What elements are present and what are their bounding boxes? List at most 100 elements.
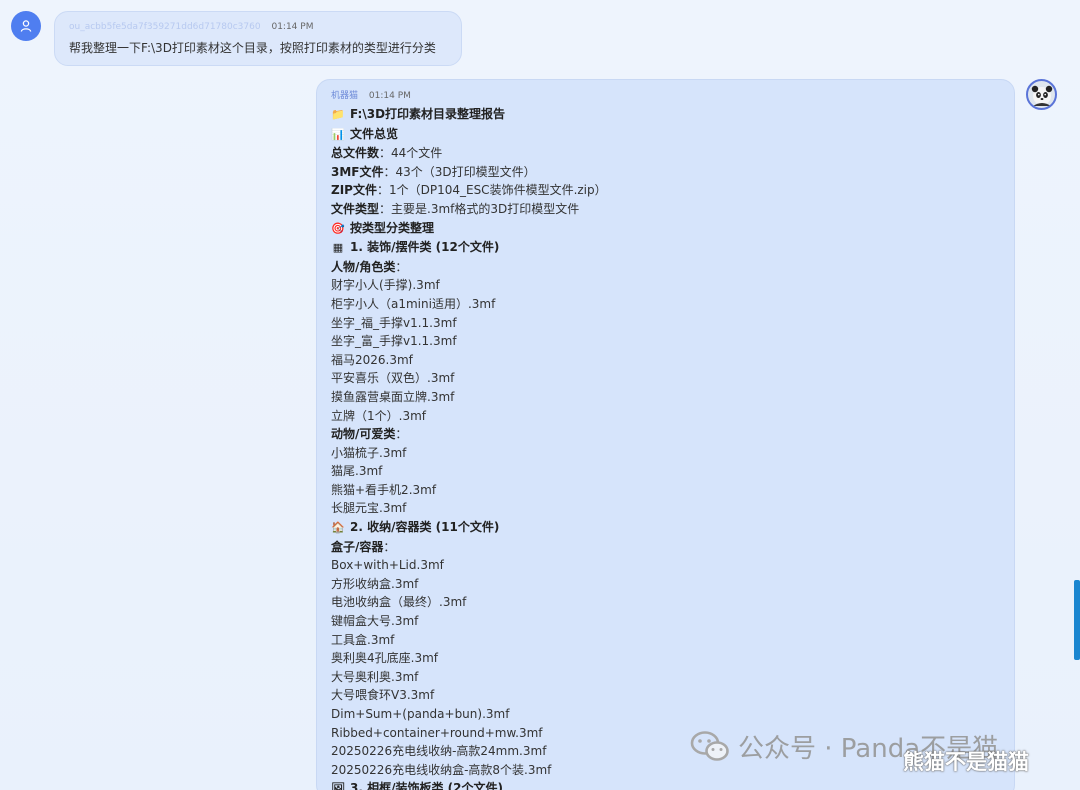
scrollbar-thumb[interactable] — [1074, 580, 1080, 660]
user-message-bubble: ou_acbb5fe5da7f359271dd6d71780c3760 01:1… — [54, 11, 462, 66]
folder-icon: 📁 — [331, 108, 345, 121]
line-bold-text: 总文件数 — [331, 146, 380, 161]
line-bold-text: 按类型分类整理 — [350, 220, 435, 235]
line-bold-text: F:\3D打印素材目录整理报告 — [350, 107, 506, 121]
line-text: 立牌（1个）.3mf — [331, 408, 426, 423]
line-text: 坐字_富_手撑v1.1.3mf — [331, 334, 457, 349]
user-message-meta: ou_acbb5fe5da7f359271dd6d71780c3760 01:1… — [69, 20, 447, 34]
line-text: 平安喜乐（双色）.3mf — [331, 371, 455, 386]
file-item: 方形收纳盒.3mf — [331, 575, 1000, 594]
file-item: 立牌（1个）.3mf — [331, 407, 1000, 426]
line-text: 熊猫+看手机2.3mf — [331, 482, 437, 497]
line-bold-text: 2. 收纳/容器类 (11个文件) — [350, 520, 500, 535]
line-bold-text: 1. 装饰/摆件类 (12个文件) — [350, 240, 500, 255]
line-text: 键帽盒大号.3mf — [331, 614, 419, 629]
cabinet-icon: ▦ — [332, 241, 344, 255]
user-avatar[interactable] — [11, 11, 41, 41]
line-text: ：主要是.3mf格式的3D打印模型文件 — [379, 201, 580, 216]
section-heading: 📁 F:\3D打印素材目录整理报告 — [331, 105, 1000, 125]
file-item: 电池收纳盒（最终）.3mf — [331, 593, 1000, 612]
bot-message-time: 01:14 PM — [368, 91, 411, 101]
file-item: Dim+Sum+(panda+bun).3mf — [331, 705, 1000, 724]
line-text: 小猫梳子.3mf — [331, 445, 407, 460]
file-item: 平安喜乐（双色）.3mf — [331, 369, 1000, 388]
line-text: 电池收纳盒（最终）.3mf — [331, 595, 467, 610]
file-item: 大号喂食环V3.3mf — [331, 686, 1000, 705]
line-text: Ribbed+container+round+mw.3mf — [331, 725, 543, 740]
line-bold-text: 文件总览 — [350, 126, 399, 141]
line-text: 长腿元宝.3mf — [331, 501, 407, 516]
file-item: 熊猫+看手机2.3mf — [331, 481, 1000, 500]
label-line: ZIP文件：1个（DP104_ESC装饰件模型文件.zip） — [331, 181, 1000, 200]
file-item: 坐字_富_手撑v1.1.3mf — [331, 332, 1000, 351]
line-text: 财字小人(手撑).3mf — [331, 278, 440, 293]
section-heading: 🖼 3. 相框/装饰板类 (2个文件) — [331, 779, 1000, 790]
file-item: 摸鱼露营桌面立牌.3mf — [331, 388, 1000, 407]
file-item: 长腿元宝.3mf — [331, 499, 1000, 518]
label-line: 文件类型：主要是.3mf格式的3D打印模型文件 — [331, 200, 1000, 219]
file-item: Box+with+Lid.3mf — [331, 556, 1000, 575]
file-item: 坐字_福_手撑v1.1.3mf — [331, 314, 1000, 333]
line-text: Box+with+Lid.3mf — [331, 558, 444, 573]
file-item: 福马2026.3mf — [331, 351, 1000, 370]
file-item: 工具盒.3mf — [331, 631, 1000, 650]
house-icon: 🏠 — [331, 521, 345, 535]
panda-icon — [1031, 85, 1052, 106]
line-text: 奥利奥4孔底座.3mf — [331, 651, 438, 666]
label-line: 人物/角色类： — [331, 258, 1000, 277]
watermark-overlay-text: 熊猫不是猫猫 — [903, 750, 1029, 774]
line-bold-text: ZIP文件 — [331, 183, 377, 198]
section-heading: 📊 文件总览 — [331, 125, 1000, 145]
section-heading: 🏠 2. 收纳/容器类 (11个文件) — [331, 518, 1000, 538]
label-line: 盒子/容器： — [331, 538, 1000, 557]
bot-message-content: 📁 F:\3D打印素材目录整理报告 📊 文件总览 总文件数：44个文件 3MF文件：43个… — [331, 105, 1000, 790]
bot-message-bubble: 机器猫 01:14 PM 📁 F:\3D打印素材目录整理报告 📊 文件总览总文件数：4… — [316, 79, 1015, 790]
label-line: 3MF文件：43个（3D打印模型文件） — [331, 163, 1000, 182]
line-text: 工具盒.3mf — [331, 632, 395, 647]
line-text: 摸鱼露营桌面立牌.3mf — [331, 389, 455, 404]
line-text: 方形收纳盒.3mf — [331, 576, 419, 591]
line-text: 猫尾.3mf — [331, 464, 383, 479]
line-bold-text: 动物/可爱类 — [331, 427, 396, 442]
line-bold-text: 文件类型 — [331, 201, 380, 216]
user-message-text: 帮我整理一下F:\3D打印素材这个目录，按照打印素材的类型进行分类 — [69, 41, 436, 55]
line-text: 20250226充电线收纳-高款24mm.3mf — [331, 744, 547, 759]
user-name[interactable]: ou_acbb5fe5da7f359271dd6d71780c3760 — [69, 22, 261, 32]
line-text: ：43个（3D打印模型文件） — [383, 164, 536, 179]
file-item: 大号奥利奥.3mf — [331, 668, 1000, 687]
line-text: 坐字_福_手撑v1.1.3mf — [331, 315, 457, 330]
file-item: 奥利奥4孔底座.3mf — [331, 649, 1000, 668]
line-text: Dim+Sum+(panda+bun).3mf — [331, 707, 510, 721]
user-message-time: 01:14 PM — [271, 22, 314, 32]
bot-avatar[interactable] — [1026, 79, 1057, 110]
line-bold-text: 人物/角色类 — [331, 259, 396, 274]
section-heading: ▦ 1. 装饰/摆件类 (12个文件) — [331, 238, 1000, 258]
bar-chart-icon: 📊 — [331, 127, 345, 141]
line-bold-text: 3MF文件 — [331, 164, 384, 179]
line-text: 大号奥利奥.3mf — [331, 669, 419, 684]
file-item: 键帽盒大号.3mf — [331, 612, 1000, 631]
line-text: ：1个（DP104_ESC装饰件模型文件.zip） — [376, 183, 607, 198]
label-line: 动物/可爱类： — [331, 425, 1000, 444]
label-line: 总文件数：44个文件 — [331, 144, 1000, 163]
line-text: ：44个文件 — [379, 146, 443, 161]
line-text: ： — [395, 427, 408, 442]
line-text: ： — [383, 539, 396, 554]
section-heading: 🎯 按类型分类整理 — [331, 219, 1000, 239]
person-icon — [20, 20, 32, 32]
line-text: 大号喂食环V3.3mf — [331, 688, 435, 703]
line-text: 柜字小人（a1mini适用）.3mf — [331, 296, 496, 311]
frame-icon: 🖼 — [331, 782, 345, 790]
line-bold-text: 3. 相框/装饰板类 (2个文件) — [350, 781, 503, 790]
file-item: 财字小人(手撑).3mf — [331, 276, 1000, 295]
bot-message-meta: 机器猫 01:14 PM — [331, 89, 1000, 103]
file-item: 小猫梳子.3mf — [331, 444, 1000, 463]
line-bold-text: 盒子/容器 — [331, 539, 384, 554]
line-text: ： — [395, 259, 408, 274]
file-item: 柜字小人（a1mini适用）.3mf — [331, 295, 1000, 314]
wechat-icon — [690, 731, 729, 761]
target-icon: 🎯 — [331, 221, 345, 235]
file-item: 猫尾.3mf — [331, 462, 1000, 481]
line-text: 福马2026.3mf — [331, 352, 413, 367]
bot-name[interactable]: 机器猫 — [331, 91, 358, 101]
